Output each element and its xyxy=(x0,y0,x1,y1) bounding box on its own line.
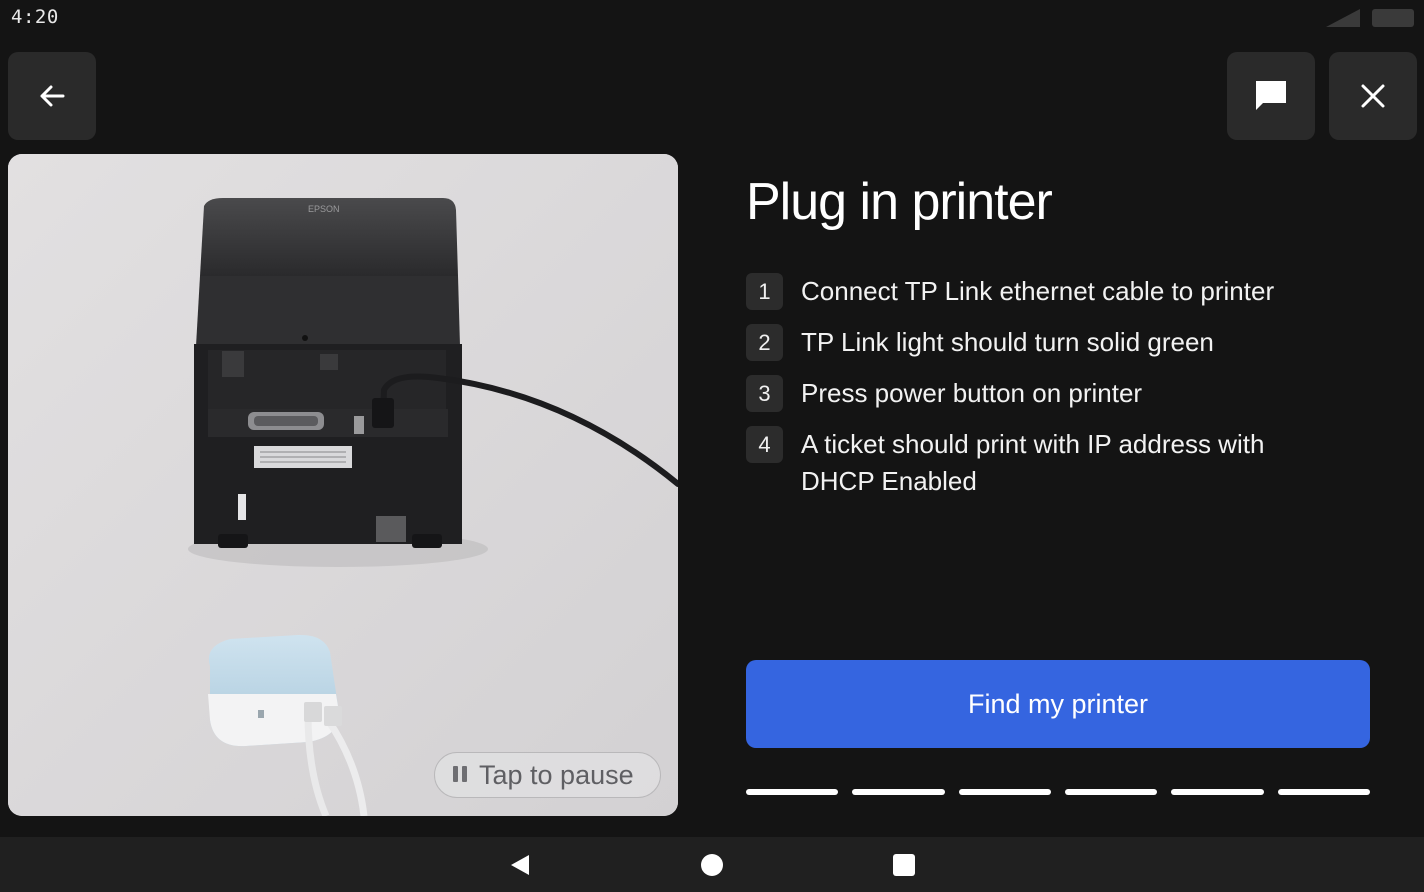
chat-button[interactable] xyxy=(1227,52,1315,140)
chat-bubble-icon xyxy=(1256,81,1286,110)
nav-home-button[interactable] xyxy=(684,837,740,892)
list-item: 3 Press power button on printer xyxy=(746,375,1386,412)
status-bar: 4:20 xyxy=(0,0,1424,36)
progress-segment xyxy=(852,789,945,795)
battery-icon xyxy=(1372,9,1414,27)
progress-segment xyxy=(746,789,839,795)
find-printer-button[interactable]: Find my printer xyxy=(746,660,1370,748)
instruction-video[interactable]: EPSON Tap to pause xyxy=(8,154,678,816)
nav-back-button[interactable] xyxy=(492,837,548,892)
pause-icon xyxy=(453,766,469,784)
printer-setup-image: EPSON xyxy=(8,154,678,816)
signal-icon xyxy=(1326,9,1360,27)
step-text: A ticket should print with IP address wi… xyxy=(801,429,1265,496)
nav-home-icon xyxy=(701,853,723,876)
close-icon xyxy=(1361,84,1385,108)
step-text: Press power button on printer xyxy=(801,378,1143,408)
step-text: Connect TP Link ethernet cable to printe… xyxy=(801,276,1275,306)
back-button[interactable] xyxy=(8,52,96,140)
list-item: 4 A ticket should print with IP address … xyxy=(746,426,1386,500)
nav-back-icon xyxy=(511,854,529,875)
pause-label: Tap to pause xyxy=(479,759,634,790)
list-item: 1 Connect TP Link ethernet cable to prin… xyxy=(746,273,1386,310)
system-nav-bar xyxy=(0,837,1424,892)
step-number-badge: 4 xyxy=(746,426,783,463)
status-time: 4:20 xyxy=(11,6,59,28)
steps-list: 1 Connect TP Link ethernet cable to prin… xyxy=(746,273,1386,514)
printer-brand: EPSON xyxy=(308,204,340,214)
step-text: TP Link light should turn solid green xyxy=(801,327,1214,357)
nav-recents-button[interactable] xyxy=(876,837,932,892)
list-item: 2 TP Link light should turn solid green xyxy=(746,324,1386,361)
step-number-badge: 3 xyxy=(746,375,783,412)
progress-segment xyxy=(958,789,1051,795)
progress-segment xyxy=(1277,789,1370,795)
step-progress-indicator xyxy=(746,789,1370,795)
page-title: Plug in printer xyxy=(746,173,1053,231)
step-number-badge: 2 xyxy=(746,324,783,361)
progress-segment xyxy=(1064,789,1158,795)
pause-button[interactable]: Tap to pause xyxy=(434,752,661,798)
progress-segment xyxy=(1171,789,1264,795)
nav-recents-icon xyxy=(893,853,915,876)
close-button[interactable] xyxy=(1329,52,1417,140)
step-number-badge: 1 xyxy=(746,273,783,310)
arrow-left-icon xyxy=(40,85,65,107)
